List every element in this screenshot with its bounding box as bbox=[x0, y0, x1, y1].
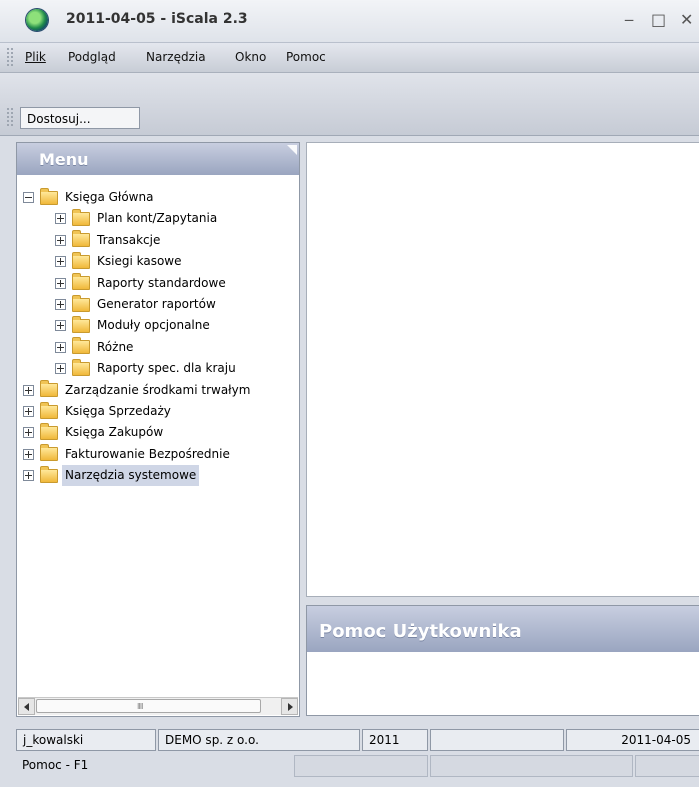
tree-item[interactable]: Różne bbox=[55, 337, 133, 358]
status-year: 2011 bbox=[362, 729, 428, 751]
menu-label: Okno bbox=[235, 50, 267, 64]
app-window: 2011-04-05 - iScala 2.3 ‒ □ ✕ Plik Podgl… bbox=[0, 0, 699, 787]
tree-item[interactable]: Generator raportów bbox=[55, 294, 216, 315]
tree-item[interactable]: Raporty standardowe bbox=[55, 273, 226, 294]
toolbar-grip-icon[interactable] bbox=[6, 107, 14, 128]
customize-button[interactable]: Dostosuj... bbox=[20, 107, 140, 129]
iscala-logo-icon[interactable] bbox=[26, 9, 48, 31]
workspace-area bbox=[306, 142, 699, 597]
window-title: 2011-04-05 - iScala 2.3 bbox=[66, 11, 248, 27]
folder-icon bbox=[40, 422, 58, 440]
tree-item-label: Plan kont/Zapytania bbox=[97, 211, 218, 226]
close-icon[interactable]: ✕ bbox=[680, 10, 693, 30]
help-panel: Pomoc Użytkownika bbox=[306, 605, 699, 716]
tree-item[interactable]: Księga Główna bbox=[23, 187, 153, 208]
status-bar: j_kowalski DEMO sp. z o.o. 2011 2011-04-… bbox=[0, 725, 699, 787]
folder-icon bbox=[40, 187, 58, 205]
tree-item-label: Moduły opcjonalne bbox=[97, 318, 210, 333]
maximize-icon[interactable]: □ bbox=[651, 10, 666, 30]
folder-icon bbox=[40, 401, 58, 419]
scrollbar-thumb[interactable] bbox=[36, 699, 261, 713]
help-panel-header: Pomoc Użytkownika bbox=[307, 606, 699, 652]
tree-item[interactable]: Raporty spec. dla kraju bbox=[55, 358, 236, 379]
folder-icon bbox=[72, 315, 90, 333]
expand-icon[interactable] bbox=[23, 470, 34, 482]
tree-item-label: Raporty standardowe bbox=[97, 275, 226, 290]
tree-item-label: Różne bbox=[97, 339, 134, 354]
tree-item[interactable]: Ksiegi kasowe bbox=[55, 251, 182, 272]
menu-label: Pomoc bbox=[286, 50, 326, 64]
tree-item-label: Księga Główna bbox=[65, 190, 154, 204]
tree-item[interactable]: Zarządzanie środkami trwałym bbox=[23, 380, 250, 401]
menu-panel-header: Menu bbox=[17, 143, 299, 175]
menu-podglad[interactable]: Podgląd bbox=[68, 50, 116, 64]
menu-panel: Menu Księga Główna Plan kont/Zapytania Tra… bbox=[16, 142, 300, 717]
expand-icon[interactable] bbox=[55, 341, 66, 353]
tree-item[interactable]: Księga Zakupów bbox=[23, 422, 163, 443]
tree-item[interactable]: Fakturowanie Bezpośrednie bbox=[23, 444, 230, 465]
tree-item[interactable]: Plan kont/Zapytania bbox=[55, 208, 217, 229]
tree-item-label: Ksiegi kasowe bbox=[97, 254, 182, 269]
tree-item[interactable]: Narzędzia systemowe bbox=[23, 465, 200, 487]
status-user: j_kowalski bbox=[16, 729, 156, 751]
panel-collapse-icon[interactable] bbox=[287, 145, 297, 155]
expand-icon[interactable] bbox=[55, 277, 66, 289]
folder-icon bbox=[40, 444, 58, 462]
menu-okno[interactable]: Okno bbox=[235, 50, 266, 64]
folder-icon bbox=[72, 358, 90, 376]
status-company: DEMO sp. z o.o. bbox=[158, 729, 360, 751]
folder-icon bbox=[72, 273, 90, 291]
menubar-grip-icon[interactable] bbox=[6, 47, 14, 68]
status-date: 2011-04-05 bbox=[566, 729, 699, 751]
status-panel bbox=[635, 755, 699, 777]
folder-icon bbox=[72, 251, 90, 269]
tree-item[interactable]: Księga Sprzedaży bbox=[23, 401, 171, 422]
menu-bar: Plik Podgląd Narzędzia Okno Pomoc bbox=[0, 43, 699, 73]
tree-item-label: Raporty spec. dla kraju bbox=[97, 361, 236, 376]
folder-icon bbox=[40, 380, 58, 398]
minimize-icon[interactable]: ‒ bbox=[624, 10, 634, 30]
tree-item-label: Narzędzia systemowe bbox=[62, 465, 200, 487]
expand-icon[interactable] bbox=[23, 406, 34, 417]
expand-icon[interactable] bbox=[55, 363, 66, 375]
collapse-icon[interactable] bbox=[23, 192, 34, 203]
menu-plik[interactable]: Plik bbox=[25, 50, 46, 64]
status-empty-field bbox=[430, 729, 564, 751]
tree-item-label: Transakcje bbox=[97, 232, 161, 247]
menu-panel-title: Menu bbox=[39, 150, 89, 169]
expand-icon[interactable] bbox=[55, 256, 66, 268]
expand-icon[interactable] bbox=[23, 427, 34, 439]
expand-icon[interactable] bbox=[23, 384, 34, 396]
status-help-hint: Pomoc - F1 bbox=[22, 758, 89, 772]
tree-item[interactable]: Transakcje bbox=[55, 230, 160, 251]
menu-label: Podgląd bbox=[68, 50, 116, 64]
menu-narzedzia[interactable]: Narzędzia bbox=[146, 50, 206, 64]
expand-icon[interactable] bbox=[23, 448, 34, 460]
horizontal-scrollbar[interactable] bbox=[18, 697, 298, 715]
menu-pomoc[interactable]: Pomoc bbox=[286, 50, 326, 64]
help-panel-title: Pomoc Użytkownika bbox=[319, 621, 522, 642]
folder-icon bbox=[72, 294, 90, 312]
tree-item[interactable]: Moduły opcjonalne bbox=[55, 315, 210, 336]
tree-item-label: Fakturowanie Bezpośrednie bbox=[65, 446, 230, 461]
folder-icon bbox=[72, 230, 90, 248]
menu-label: Narzędzia bbox=[146, 50, 206, 64]
expand-icon[interactable] bbox=[55, 320, 66, 332]
expand-icon[interactable] bbox=[55, 234, 66, 246]
folder-icon bbox=[40, 465, 58, 483]
tree-item-label: Księga Sprzedaży bbox=[65, 404, 171, 418]
scroll-right-icon[interactable] bbox=[281, 698, 298, 715]
scroll-left-icon[interactable] bbox=[18, 698, 35, 715]
folder-icon bbox=[72, 208, 90, 226]
tree-item-label: Generator raportów bbox=[97, 297, 216, 311]
status-panel bbox=[430, 755, 633, 777]
expand-icon[interactable] bbox=[55, 213, 66, 225]
status-panel bbox=[294, 755, 428, 777]
folder-icon bbox=[72, 337, 90, 355]
title-bar[interactable]: 2011-04-05 - iScala 2.3 ‒ □ ✕ bbox=[0, 0, 699, 43]
menu-label: Plik bbox=[25, 50, 46, 64]
tree-item-label: Księga Zakupów bbox=[65, 425, 164, 440]
tree-item-label: Zarządzanie środkami trwałym bbox=[65, 382, 251, 397]
expand-icon[interactable] bbox=[55, 299, 66, 310]
